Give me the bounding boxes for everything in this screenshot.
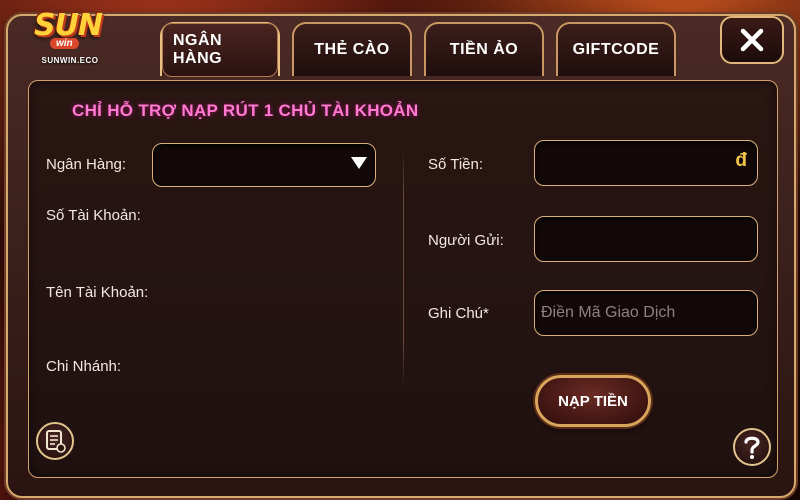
column-divider: [403, 148, 404, 388]
help-icon: [744, 436, 760, 459]
note-placeholder: Điền Mã Giao Dịch: [541, 304, 676, 321]
branch-label: Chi Nhánh:: [46, 358, 122, 375]
tab-card[interactable]: THẺ CÀO: [292, 22, 412, 76]
help-button[interactable]: [733, 428, 771, 466]
notice-text: CHỈ HỖ TRỢ NẠP RÚT 1 CHỦ TÀI KHOẢN: [72, 101, 419, 120]
close-button[interactable]: [720, 16, 784, 64]
tab-giftcode[interactable]: GIFTCODE: [556, 22, 676, 76]
history-icon: [46, 430, 66, 453]
tab-bank[interactable]: NGÂN HÀNG: [160, 22, 280, 77]
account-name-label: Tên Tài Khoản:: [46, 284, 149, 301]
tab-crypto[interactable]: TIỀN ẢO: [424, 22, 544, 76]
sender-input[interactable]: [534, 216, 758, 262]
tab-card-label: THẺ CÀO: [314, 41, 390, 58]
amount-input[interactable]: đ: [534, 140, 758, 186]
logo-sub-text: win: [50, 38, 79, 49]
bank-label: Ngân Hàng:: [46, 156, 127, 173]
close-icon: [740, 28, 764, 52]
sender-label: Người Gửi:: [428, 232, 504, 249]
currency-symbol: đ: [735, 150, 747, 171]
tab-giftcode-label: GIFTCODE: [572, 41, 660, 58]
amount-label: Số Tiền:: [428, 156, 484, 173]
history-button[interactable]: [36, 422, 74, 460]
note-label: Ghi Chú*: [428, 305, 489, 322]
tab-bank-label: NGÂN HÀNG: [162, 23, 278, 77]
deposit-submit-label: NẠP TIỀN: [558, 392, 628, 410]
chevron-down-icon: [351, 157, 367, 169]
account-number-label: Số Tài Khoản:: [46, 207, 141, 224]
logo-domain-text: SUNWIN.ECO: [41, 56, 99, 65]
deposit-submit-button[interactable]: NẠP TIỀN: [535, 375, 651, 427]
sunwin-logo: SUN win SUNWIN.ECO: [18, 6, 118, 70]
note-input[interactable]: Điền Mã Giao Dịch: [534, 290, 758, 336]
bank-select[interactable]: [152, 143, 376, 187]
tab-crypto-label: TIỀN ẢO: [449, 41, 519, 58]
